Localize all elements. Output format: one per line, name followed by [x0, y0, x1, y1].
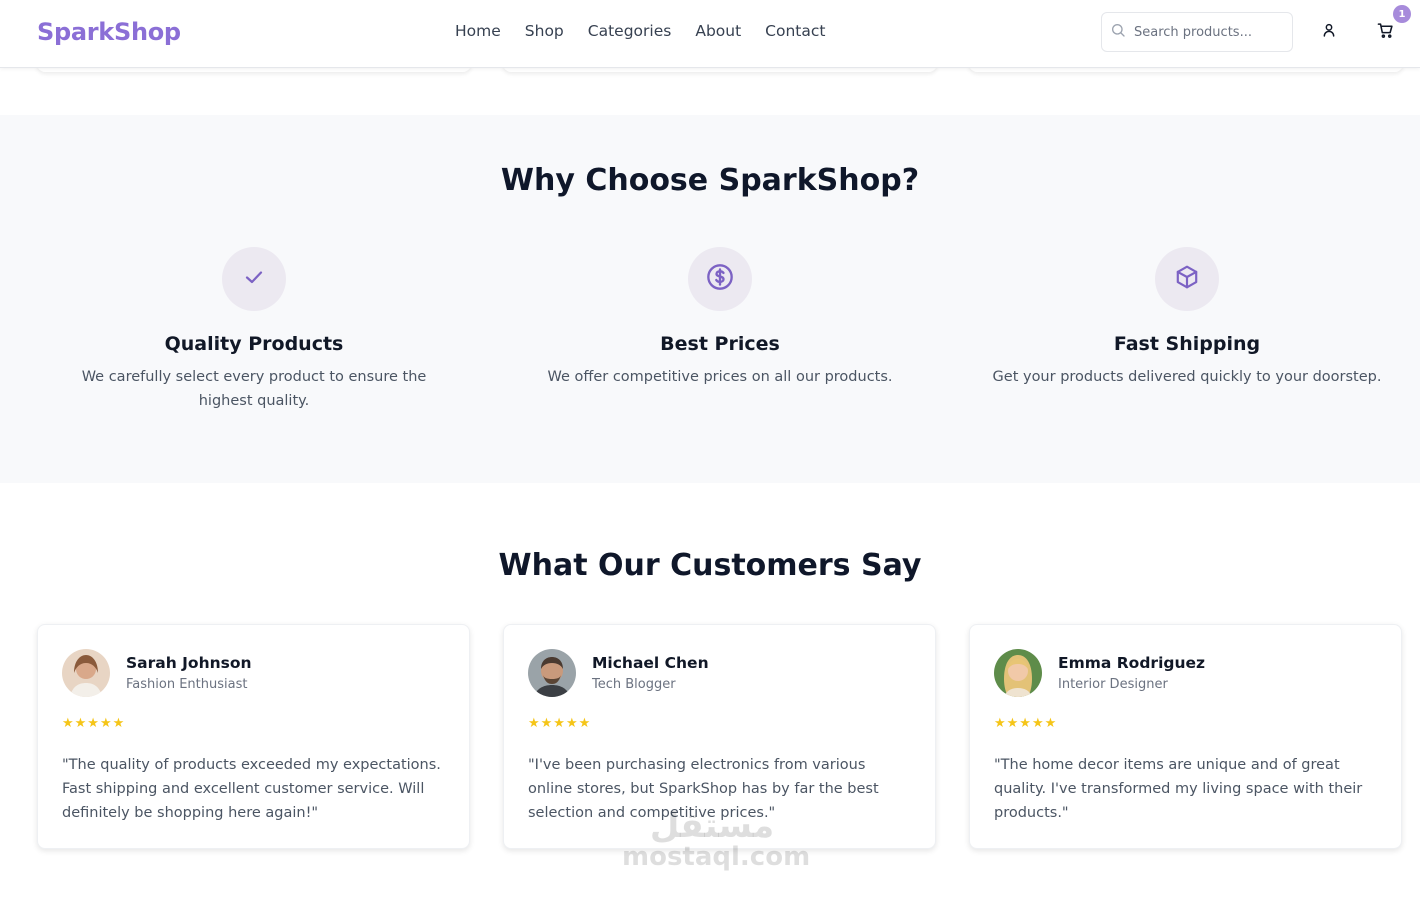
- nav-about[interactable]: About: [695, 22, 741, 40]
- main-nav: Home Shop Categories About Contact: [455, 22, 825, 40]
- customer-name: Michael Chen: [592, 654, 709, 672]
- star-rating: ★★★★★: [528, 716, 592, 731]
- watermark-latin: mostaql.com: [622, 842, 811, 872]
- feature-title: Best Prices: [660, 333, 780, 355]
- feature-text: We offer competitive prices on all our p…: [547, 369, 893, 385]
- dollar-icon: [706, 263, 734, 295]
- star-rating: ★★★★★: [994, 716, 1058, 731]
- customer-name: Emma Rodriguez: [1058, 654, 1206, 672]
- feature-text: Get your products delivered quickly to y…: [992, 369, 1382, 385]
- testimonial-card: Emma Rodriguez Interior Designer ★★★★★ "…: [969, 624, 1402, 849]
- nav-shop[interactable]: Shop: [525, 22, 564, 40]
- testimonial-quote: "The home decor items are unique and of …: [994, 757, 1363, 821]
- account-button[interactable]: [1317, 20, 1341, 44]
- site-header: SparkShop Home Shop Categories About Con…: [0, 0, 1420, 68]
- feature-title: Quality Products: [164, 333, 344, 355]
- customer-role: Fashion Enthusiast: [126, 677, 248, 692]
- avatar: [62, 649, 110, 697]
- watermark: مستقل mostaql.com: [622, 806, 811, 872]
- search-input[interactable]: [1134, 24, 1284, 40]
- feature-text: We carefully select every product to ens…: [81, 369, 427, 409]
- why-choose-section: Why Choose SparkShop? Quality Products W…: [0, 115, 1420, 483]
- cart-count-badge: 1: [1393, 5, 1411, 23]
- check-icon: [242, 265, 266, 293]
- cart-button[interactable]: [1373, 20, 1397, 44]
- nav-contact[interactable]: Contact: [765, 22, 825, 40]
- feature-icon-circle: [222, 247, 286, 311]
- feature-shipping: Fast Shipping Get your products delivere…: [954, 247, 1420, 389]
- customer-role: Interior Designer: [1058, 677, 1168, 692]
- logo[interactable]: SparkShop: [37, 18, 181, 46]
- avatar: [528, 649, 576, 697]
- testimonial-card: Sarah Johnson Fashion Enthusiast ★★★★★ "…: [37, 624, 470, 849]
- star-rating: ★★★★★: [62, 716, 126, 731]
- feature-quality: Quality Products We carefully select eve…: [21, 247, 487, 413]
- cart-icon: [1377, 22, 1394, 43]
- avatar: [994, 649, 1042, 697]
- watermark-arabic: مستقل: [649, 806, 775, 846]
- feature-title: Fast Shipping: [1113, 333, 1261, 355]
- customer-role: Tech Blogger: [592, 677, 676, 692]
- customer-name: Sarah Johnson: [126, 654, 252, 672]
- search-icon: [1110, 22, 1126, 42]
- search-box: [1101, 12, 1293, 52]
- feature-icon-circle: [688, 247, 752, 311]
- testimonials-title: What Our Customers Say: [498, 548, 922, 583]
- section-title: Why Choose SparkShop?: [500, 163, 920, 198]
- nav-home[interactable]: Home: [455, 22, 501, 40]
- testimonial-quote: "The quality of products exceeded my exp…: [62, 757, 441, 821]
- feature-icon-circle: [1155, 247, 1219, 311]
- user-icon: [1321, 22, 1337, 42]
- nav-categories[interactable]: Categories: [588, 22, 672, 40]
- feature-prices: Best Prices We offer competitive prices …: [487, 247, 953, 389]
- box-icon: [1174, 264, 1200, 294]
